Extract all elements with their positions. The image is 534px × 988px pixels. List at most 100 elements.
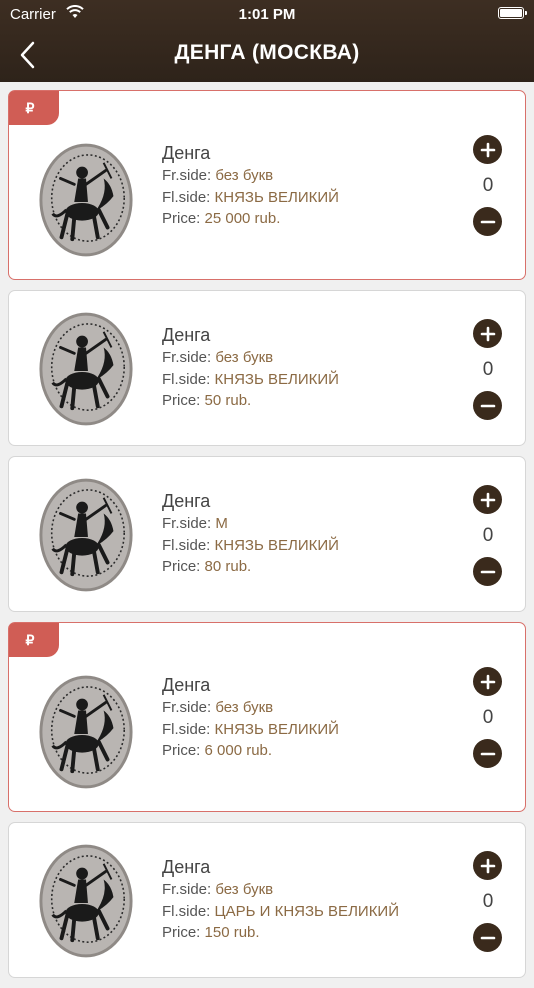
flip-side-row: Fl.side: КНЯЗЬ ВЕЛИКИЙ — [162, 535, 339, 557]
page-title: ДЕНГА (МОСКВА) — [174, 41, 360, 64]
front-side-row: Fr.side: без букв — [162, 879, 399, 901]
coin-card[interactable]: ₽ Денга Fr.side: без букв Fl.side: КНЯЗЬ ВЕ… — [8, 622, 526, 812]
quantity-value: 0 — [482, 891, 494, 912]
coin-image — [37, 141, 135, 259]
front-side-row: Fr.side: без букв — [162, 697, 339, 719]
coin-name: Денга — [162, 857, 211, 877]
coin-card[interactable]: Денга Fr.side: без букв Fl.side: ЦАРЬ И КН… — [8, 822, 526, 978]
plus-icon — [480, 492, 495, 507]
front-side-value: без букв — [215, 349, 274, 366]
quantity-value: 0 — [482, 359, 494, 380]
price-value: 6 000 rub. — [204, 742, 273, 759]
price-label: Price: — [162, 392, 205, 409]
coin-name: Денга — [162, 675, 211, 695]
price-row: Price: 50 rub. — [162, 390, 339, 412]
coin-name: Денга — [162, 491, 211, 511]
minus-icon — [480, 570, 495, 573]
decrement-button[interactable] — [473, 557, 502, 586]
quantity-stepper: 0 — [473, 667, 503, 768]
coin-info: Денга Fr.side: без букв Fl.side: КНЯЗЬ ВЕЛ… — [162, 323, 339, 412]
quantity-stepper: 0 — [473, 135, 503, 236]
coin-info: Денга Fr.side: без букв Fl.side: ЦАРЬ И КН… — [162, 855, 399, 944]
decrement-button[interactable] — [473, 207, 502, 236]
coin-info: Денга Fr.side: без букв Fl.side: КНЯЗЬ ВЕЛ… — [162, 673, 339, 762]
front-side-label: Fr.side: — [162, 699, 216, 716]
front-side-value: без букв — [215, 699, 274, 716]
coin-image — [37, 476, 135, 594]
flip-side-label: Fl.side: — [162, 536, 215, 554]
coin-name: Денга — [162, 143, 211, 163]
price-row: Price: 6 000 rub. — [162, 740, 339, 762]
rare-badge: ₽ — [9, 623, 59, 657]
front-side-value: без букв — [215, 881, 274, 898]
front-side-label: Fr.side: — [162, 167, 216, 184]
flip-side-value: ЦАРЬ И КНЯЗЬ ВЕЛИКИЙ — [214, 902, 399, 920]
quantity-stepper: 0 — [473, 319, 503, 420]
plus-icon — [480, 142, 495, 157]
increment-button[interactable] — [473, 851, 502, 880]
flip-side-label: Fl.side: — [162, 370, 215, 388]
front-side-row: Fr.side: без букв — [162, 347, 339, 369]
price-label: Price: — [162, 210, 205, 227]
price-value: 80 rub. — [204, 558, 252, 575]
front-side-label: Fr.side: — [162, 881, 216, 898]
navigation-bar: Carrier 1:01 PM ДЕНГА (МОСКВА) — [0, 0, 534, 82]
quantity-stepper: 0 — [473, 851, 503, 952]
flip-side-row: Fl.side: КНЯЗЬ ВЕЛИКИЙ — [162, 369, 339, 391]
quantity-value: 0 — [482, 707, 494, 728]
price-value: 50 rub. — [204, 392, 252, 409]
coin-name: Денга — [162, 325, 211, 345]
increment-button[interactable] — [473, 319, 502, 348]
coin-card[interactable]: ₽ Денга Fr.side: без букв Fl.side: КНЯЗЬ ВЕ… — [8, 90, 526, 280]
flip-side-label: Fl.side: — [162, 188, 215, 206]
coin-list: ₽ Денга Fr.side: без букв Fl.side: КНЯЗЬ ВЕ… — [0, 90, 534, 988]
flip-side-row: Fl.side: ЦАРЬ И КНЯЗЬ ВЕЛИКИЙ — [162, 901, 399, 923]
price-row: Price: 80 rub. — [162, 556, 339, 578]
quantity-value: 0 — [482, 525, 494, 546]
price-label: Price: — [162, 742, 205, 759]
price-row: Price: 150 rub. — [162, 922, 399, 944]
coin-info: Денга Fr.side: без букв Fl.side: КНЯЗЬ ВЕЛ… — [162, 141, 339, 230]
price-value: 150 rub. — [204, 924, 260, 941]
front-side-value: М — [215, 515, 228, 532]
coin-info: Денга Fr.side: М Fl.side: КНЯЗЬ ВЕЛИКИЙ Pri… — [162, 489, 339, 578]
coin-card[interactable]: Денга Fr.side: М Fl.side: КНЯЗЬ ВЕЛИКИЙ Pri… — [8, 456, 526, 612]
rare-badge: ₽ — [9, 91, 59, 125]
plus-icon — [480, 674, 495, 689]
status-bar: Carrier 1:01 PM — [0, 0, 534, 28]
coin-card[interactable]: Денга Fr.side: без букв Fl.side: КНЯЗЬ ВЕЛ… — [8, 290, 526, 446]
front-side-label: Fr.side: — [162, 515, 216, 532]
front-side-row: Fr.side: без букв — [162, 165, 339, 187]
front-side-label: Fr.side: — [162, 349, 216, 366]
flip-side-row: Fl.side: КНЯЗЬ ВЕЛИКИЙ — [162, 187, 339, 209]
battery-icon — [498, 7, 527, 19]
minus-icon — [480, 404, 495, 407]
decrement-button[interactable] — [473, 739, 502, 768]
status-time: 1:01 PM — [238, 6, 296, 23]
increment-button[interactable] — [473, 135, 502, 164]
decrement-button[interactable] — [473, 923, 502, 952]
front-side-value: без букв — [215, 167, 274, 184]
plus-icon — [480, 326, 495, 341]
price-row: Price: 25 000 rub. — [162, 208, 339, 230]
flip-side-value: КНЯЗЬ ВЕЛИКИЙ — [214, 370, 339, 388]
increment-button[interactable] — [473, 667, 502, 696]
coin-image — [37, 842, 135, 960]
price-value: 25 000 rub. — [204, 210, 281, 227]
flip-side-label: Fl.side: — [162, 902, 215, 920]
flip-side-value: КНЯЗЬ ВЕЛИКИЙ — [214, 188, 339, 206]
increment-button[interactable] — [473, 485, 502, 514]
coin-image — [37, 673, 135, 791]
quantity-stepper: 0 — [473, 485, 503, 586]
coin-image — [37, 310, 135, 428]
quantity-value: 0 — [482, 175, 494, 196]
price-label: Price: — [162, 924, 205, 941]
price-label: Price: — [162, 558, 205, 575]
front-side-row: Fr.side: М — [162, 513, 339, 535]
flip-side-row: Fl.side: КНЯЗЬ ВЕЛИКИЙ — [162, 719, 339, 741]
minus-icon — [480, 752, 495, 755]
flip-side-value: КНЯЗЬ ВЕЛИКИЙ — [214, 720, 339, 738]
decrement-button[interactable] — [473, 391, 502, 420]
plus-icon — [480, 858, 495, 873]
minus-icon — [480, 220, 495, 223]
